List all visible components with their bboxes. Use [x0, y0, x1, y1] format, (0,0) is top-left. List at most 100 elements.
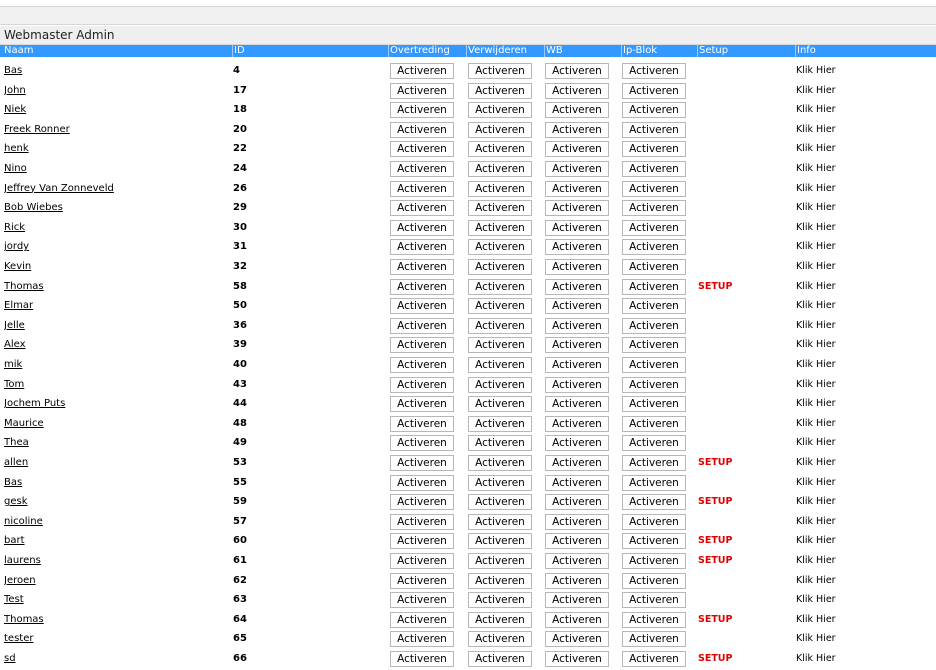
- overtreding-activeren-button[interactable]: Activeren: [390, 592, 454, 609]
- wb-activeren-button[interactable]: Activeren: [545, 82, 609, 99]
- info-link[interactable]: Klik Hier: [796, 492, 836, 512]
- wb-activeren-button[interactable]: Activeren: [545, 651, 609, 667]
- ipblok-activeren-button[interactable]: Activeren: [622, 455, 686, 471]
- verwijderen-activeren-button[interactable]: Activeren: [468, 474, 532, 491]
- ipblok-activeren-button[interactable]: Activeren: [622, 259, 686, 275]
- ipblok-activeren-button[interactable]: Activeren: [622, 651, 686, 667]
- ipblok-activeren-button[interactable]: Activeren: [622, 572, 686, 589]
- overtreding-activeren-button[interactable]: Activeren: [390, 298, 454, 315]
- overtreding-activeren-button[interactable]: Activeren: [390, 376, 454, 393]
- info-link[interactable]: Klik Hier: [796, 394, 836, 414]
- verwijderen-activeren-button[interactable]: Activeren: [468, 141, 532, 158]
- overtreding-activeren-button[interactable]: Activeren: [390, 337, 454, 354]
- info-link[interactable]: Klik Hier: [796, 551, 836, 571]
- wb-activeren-button[interactable]: Activeren: [545, 337, 609, 354]
- ipblok-activeren-button[interactable]: Activeren: [622, 533, 686, 550]
- info-link[interactable]: Klik Hier: [796, 61, 836, 81]
- verwijderen-activeren-button[interactable]: Activeren: [468, 376, 532, 393]
- wb-activeren-button[interactable]: Activeren: [545, 141, 609, 158]
- user-name-link[interactable]: Kevin: [4, 257, 229, 277]
- user-name-link[interactable]: henk: [4, 139, 229, 159]
- wb-activeren-button[interactable]: Activeren: [545, 572, 609, 589]
- user-name-link[interactable]: Jeroen: [4, 571, 229, 591]
- ipblok-activeren-button[interactable]: Activeren: [622, 435, 686, 452]
- setup-link[interactable]: SETUP: [698, 551, 733, 571]
- verwijderen-activeren-button[interactable]: Activeren: [468, 298, 532, 315]
- overtreding-activeren-button[interactable]: Activeren: [390, 82, 454, 99]
- info-link[interactable]: Klik Hier: [796, 81, 836, 101]
- overtreding-activeren-button[interactable]: Activeren: [390, 631, 454, 648]
- ipblok-activeren-button[interactable]: Activeren: [622, 396, 686, 413]
- ipblok-activeren-button[interactable]: Activeren: [622, 121, 686, 138]
- info-link[interactable]: Klik Hier: [796, 433, 836, 453]
- user-name-link[interactable]: Niek: [4, 100, 229, 120]
- wb-activeren-button[interactable]: Activeren: [545, 553, 609, 569]
- info-link[interactable]: Klik Hier: [796, 257, 836, 277]
- overtreding-activeren-button[interactable]: Activeren: [390, 278, 454, 295]
- setup-link[interactable]: SETUP: [698, 649, 733, 669]
- overtreding-activeren-button[interactable]: Activeren: [390, 396, 454, 413]
- info-link[interactable]: Klik Hier: [796, 414, 836, 434]
- ipblok-activeren-button[interactable]: Activeren: [622, 357, 686, 373]
- user-name-link[interactable]: Alex: [4, 335, 229, 355]
- user-name-link[interactable]: Maurice: [4, 414, 229, 434]
- overtreding-activeren-button[interactable]: Activeren: [390, 317, 454, 334]
- overtreding-activeren-button[interactable]: Activeren: [390, 533, 454, 550]
- verwijderen-activeren-button[interactable]: Activeren: [468, 180, 532, 197]
- ipblok-activeren-button[interactable]: Activeren: [622, 317, 686, 334]
- user-name-link[interactable]: Thomas: [4, 610, 229, 630]
- info-link[interactable]: Klik Hier: [796, 335, 836, 355]
- verwijderen-activeren-button[interactable]: Activeren: [468, 161, 532, 177]
- verwijderen-activeren-button[interactable]: Activeren: [468, 102, 532, 119]
- overtreding-activeren-button[interactable]: Activeren: [390, 239, 454, 256]
- ipblok-activeren-button[interactable]: Activeren: [622, 611, 686, 628]
- overtreding-activeren-button[interactable]: Activeren: [390, 141, 454, 158]
- wb-activeren-button[interactable]: Activeren: [545, 415, 609, 432]
- ipblok-activeren-button[interactable]: Activeren: [622, 200, 686, 217]
- wb-activeren-button[interactable]: Activeren: [545, 121, 609, 138]
- ipblok-activeren-button[interactable]: Activeren: [622, 278, 686, 295]
- verwijderen-activeren-button[interactable]: Activeren: [468, 494, 532, 511]
- ipblok-activeren-button[interactable]: Activeren: [622, 298, 686, 315]
- wb-activeren-button[interactable]: Activeren: [545, 376, 609, 393]
- user-name-link[interactable]: nicoline: [4, 512, 229, 532]
- user-name-link[interactable]: sd: [4, 649, 229, 669]
- setup-link[interactable]: SETUP: [698, 277, 733, 297]
- setup-link[interactable]: SETUP: [698, 610, 733, 630]
- info-link[interactable]: Klik Hier: [796, 629, 836, 649]
- info-link[interactable]: Klik Hier: [796, 120, 836, 140]
- user-name-link[interactable]: Rick: [4, 218, 229, 238]
- user-name-link[interactable]: Freek Ronner: [4, 120, 229, 140]
- user-name-link[interactable]: Bas: [4, 473, 229, 493]
- user-name-link[interactable]: Jochem Puts: [4, 394, 229, 414]
- verwijderen-activeren-button[interactable]: Activeren: [468, 63, 532, 79]
- verwijderen-activeren-button[interactable]: Activeren: [468, 337, 532, 354]
- user-name-link[interactable]: jordy: [4, 237, 229, 257]
- wb-activeren-button[interactable]: Activeren: [545, 63, 609, 79]
- overtreding-activeren-button[interactable]: Activeren: [390, 474, 454, 491]
- verwijderen-activeren-button[interactable]: Activeren: [468, 435, 532, 452]
- wb-activeren-button[interactable]: Activeren: [545, 259, 609, 275]
- verwijderen-activeren-button[interactable]: Activeren: [468, 317, 532, 334]
- ipblok-activeren-button[interactable]: Activeren: [622, 553, 686, 569]
- user-name-link[interactable]: Bob Wiebes: [4, 198, 229, 218]
- overtreding-activeren-button[interactable]: Activeren: [390, 121, 454, 138]
- wb-activeren-button[interactable]: Activeren: [545, 357, 609, 373]
- setup-link[interactable]: SETUP: [698, 453, 733, 473]
- user-name-link[interactable]: mik: [4, 355, 229, 375]
- verwijderen-activeren-button[interactable]: Activeren: [468, 572, 532, 589]
- info-link[interactable]: Klik Hier: [796, 179, 836, 199]
- user-name-link[interactable]: Thea: [4, 433, 229, 453]
- info-link[interactable]: Klik Hier: [796, 590, 836, 610]
- ipblok-activeren-button[interactable]: Activeren: [622, 141, 686, 158]
- verwijderen-activeren-button[interactable]: Activeren: [468, 200, 532, 217]
- info-link[interactable]: Klik Hier: [796, 610, 836, 630]
- ipblok-activeren-button[interactable]: Activeren: [622, 592, 686, 609]
- wb-activeren-button[interactable]: Activeren: [545, 161, 609, 177]
- user-name-link[interactable]: Tom: [4, 375, 229, 395]
- ipblok-activeren-button[interactable]: Activeren: [622, 239, 686, 256]
- ipblok-activeren-button[interactable]: Activeren: [622, 82, 686, 99]
- overtreding-activeren-button[interactable]: Activeren: [390, 651, 454, 667]
- info-link[interactable]: Klik Hier: [796, 100, 836, 120]
- wb-activeren-button[interactable]: Activeren: [545, 435, 609, 452]
